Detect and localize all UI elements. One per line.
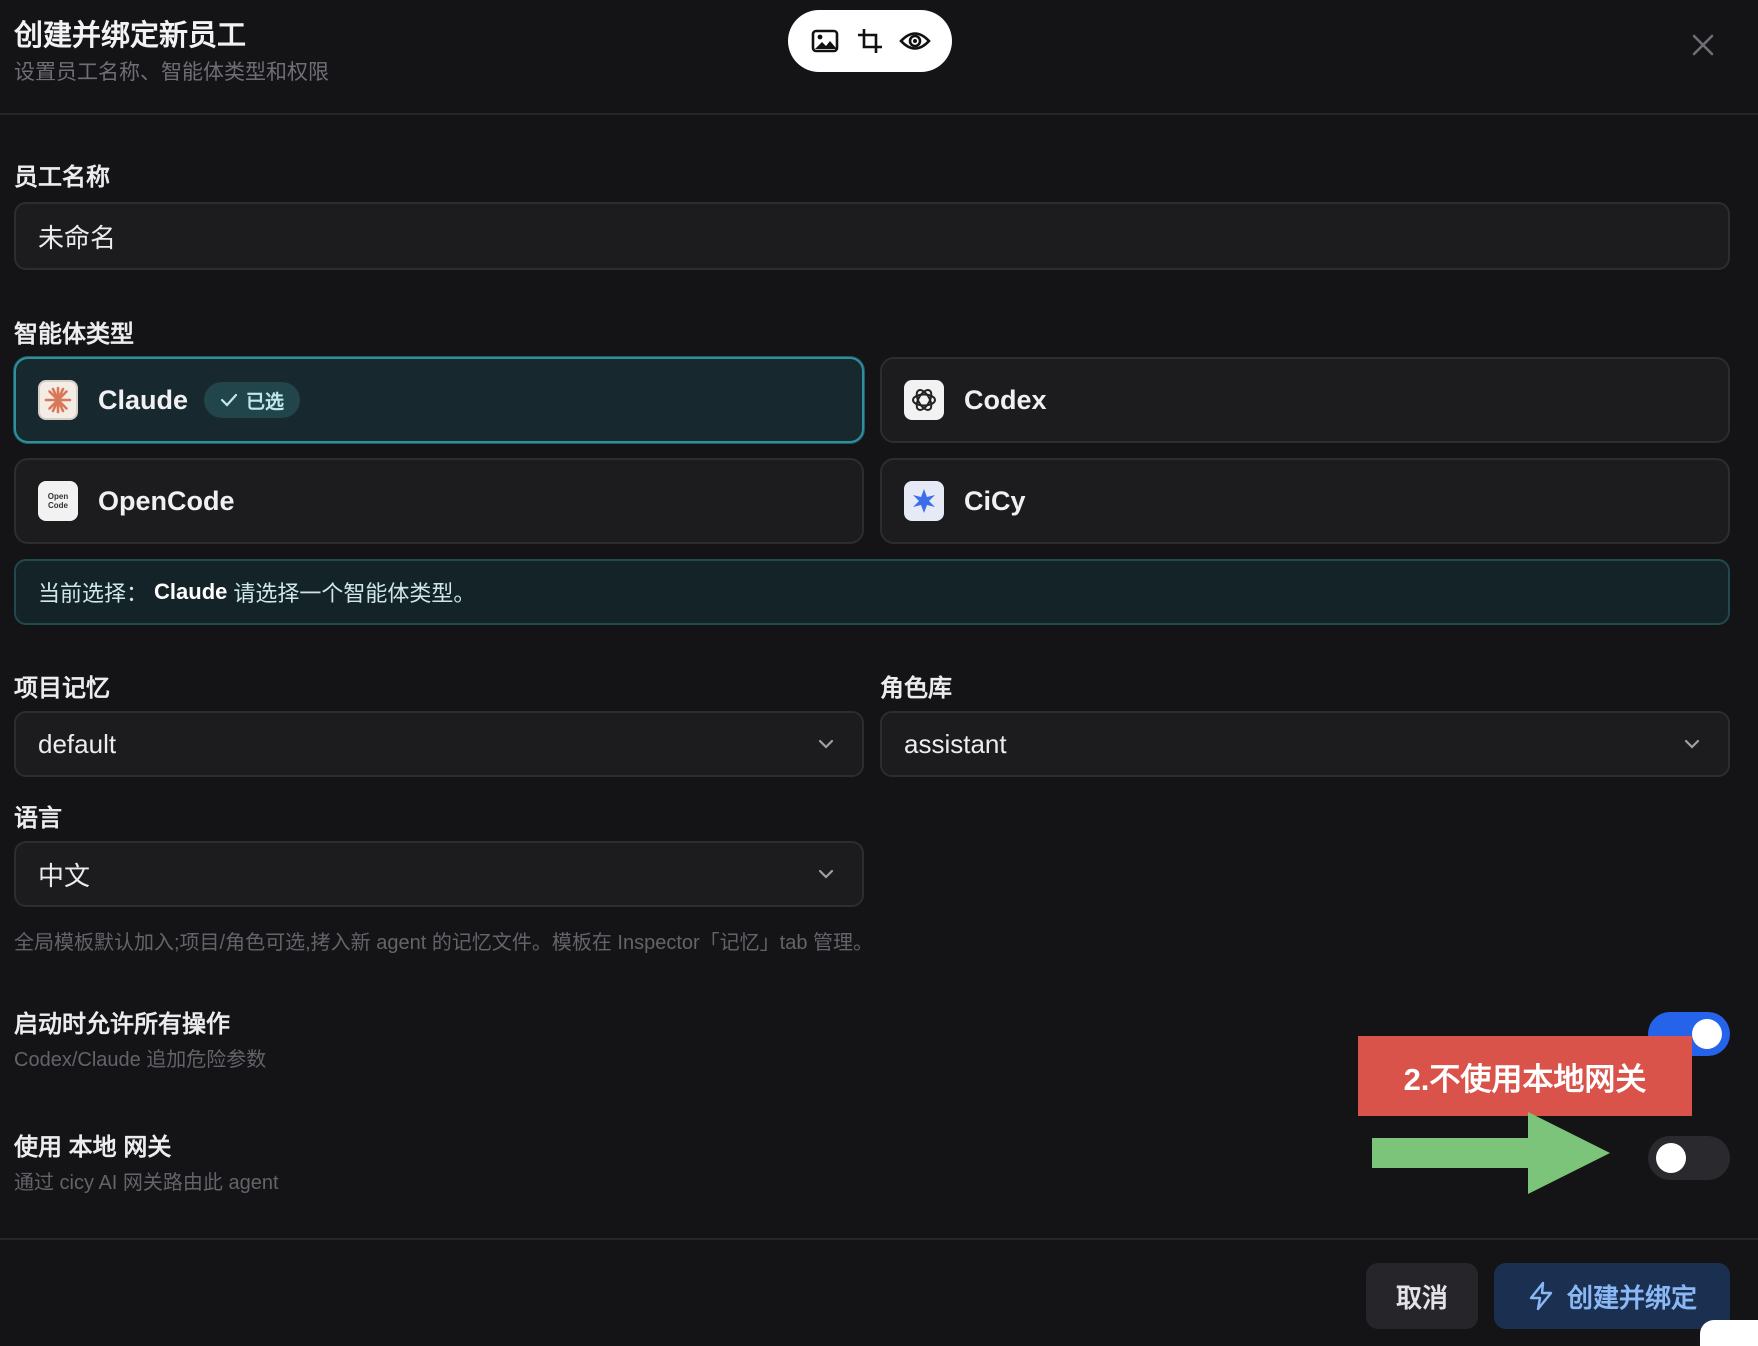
cicy-logo-icon <box>904 481 944 521</box>
chevron-down-icon <box>818 739 834 749</box>
check-icon <box>220 393 238 407</box>
opencode-logo-icon: Open Code <box>38 481 78 521</box>
allow-all-title: 启动时允许所有操作 <box>14 1011 230 1038</box>
footer-divider <box>0 1238 1758 1240</box>
current-selection-prefix: 当前选择： <box>38 581 149 606</box>
role-library-select[interactable]: assistant <box>880 711 1730 777</box>
agent-option-cicy[interactable]: CiCy <box>880 458 1730 544</box>
language-value: 中文 <box>38 860 91 891</box>
project-memory-select[interactable]: default <box>14 711 864 777</box>
create-and-bind-button[interactable]: 创建并绑定 <box>1494 1263 1730 1329</box>
employee-name-label: 员工名称 <box>14 164 110 191</box>
floating-toolbar <box>788 10 952 72</box>
lightning-icon <box>1529 1281 1553 1311</box>
current-selection-info: 当前选择： Claude 请选择一个智能体类型。 <box>14 559 1730 625</box>
dialog-subtitle: 设置员工名称、智能体类型和权限 <box>14 61 329 84</box>
eye-icon[interactable] <box>898 24 932 58</box>
create-and-bind-label: 创建并绑定 <box>1566 1282 1697 1313</box>
local-gateway-subtitle: 通过 cicy AI 网关路由此 agent <box>14 1172 279 1194</box>
crop-icon[interactable] <box>853 24 887 58</box>
agent-option-claude[interactable]: Claude 已选 <box>14 357 864 443</box>
selected-badge: 已选 <box>204 382 301 418</box>
current-selection-value: Claude <box>154 579 228 604</box>
agent-option-opencode[interactable]: Open Code OpenCode <box>14 458 864 544</box>
language-select[interactable]: 中文 <box>14 841 864 907</box>
agent-option-label: OpenCode <box>98 485 235 516</box>
opencode-logo-text: Open Code <box>47 492 69 510</box>
employee-name-value: 未命名 <box>38 222 117 253</box>
toggle-knob <box>1656 1143 1686 1173</box>
agent-option-label: CiCy <box>964 485 1026 516</box>
dialog-header: 创建并绑定新员工 设置员工名称、智能体类型和权限 <box>0 0 1758 115</box>
allow-all-subtitle: Codex/Claude 追加危险参数 <box>14 1049 267 1071</box>
toggle-knob <box>1692 1019 1722 1049</box>
dialog-title: 创建并绑定新员工 <box>14 20 247 52</box>
memory-hint: 全局模板默认加入;项目/角色可选,拷入新 agent 的记忆文件。模板在 Ins… <box>14 932 874 954</box>
current-selection-hint: 请选择一个智能体类型。 <box>233 581 476 606</box>
cancel-button[interactable]: 取消 <box>1366 1263 1478 1329</box>
image-icon[interactable] <box>808 24 842 58</box>
chevron-down-icon <box>1684 739 1700 749</box>
annotation-arrow-icon <box>1372 1112 1610 1194</box>
project-memory-label: 项目记忆 <box>14 675 110 702</box>
openai-logo-icon <box>904 380 944 420</box>
role-library-label: 角色库 <box>880 675 952 702</box>
project-memory-value: default <box>38 728 117 759</box>
role-library-value: assistant <box>904 728 1007 759</box>
annotation-label: 2.不使用本地网关 <box>1358 1036 1692 1116</box>
local-gateway-toggle[interactable] <box>1648 1136 1730 1180</box>
local-gateway-title: 使用 本地 网关 <box>14 1134 172 1161</box>
agent-option-label: Codex <box>964 384 1047 415</box>
agent-option-label: Claude <box>98 384 189 415</box>
language-label: 语言 <box>14 805 62 832</box>
chevron-down-icon <box>818 869 834 879</box>
agent-option-codex[interactable]: Codex <box>880 357 1730 443</box>
claude-logo-icon <box>38 380 78 420</box>
employee-name-input[interactable]: 未命名 <box>14 202 1730 270</box>
close-icon[interactable] <box>1688 30 1718 60</box>
agent-type-label: 智能体类型 <box>14 321 134 348</box>
selected-badge-text: 已选 <box>246 391 285 413</box>
corner-widget <box>1700 1320 1758 1346</box>
